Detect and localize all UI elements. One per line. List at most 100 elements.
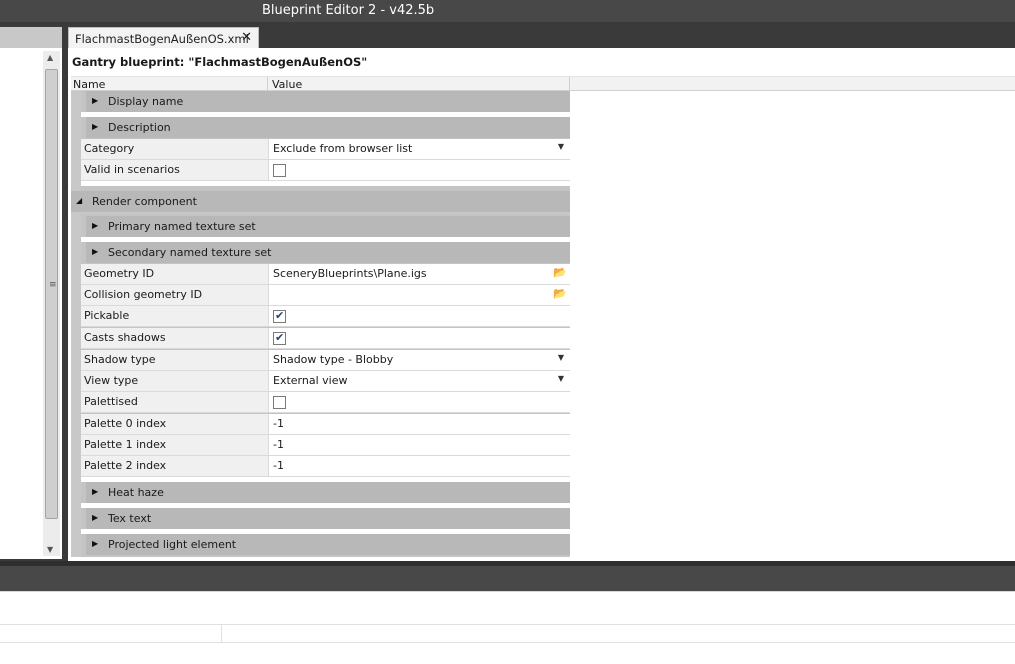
palette-1-input[interactable]: -1 (268, 435, 570, 455)
page-title: Gantry blueprint: "FlachmastBogenAußenOS… (72, 55, 368, 69)
row-palette-2: Palette 2 index -1 (81, 456, 570, 477)
property-grid: Name Value ▶ Display name ▶ Description … (71, 76, 1015, 557)
chevron-down-icon[interactable]: ▼ (558, 374, 564, 383)
expand-icon[interactable]: ▶ (92, 96, 98, 105)
row-pickable: Pickable (81, 306, 570, 327)
row-palette-1: Palette 1 index -1 (81, 435, 570, 456)
geometry-id-field[interactable]: SceneryBlueprints\Plane.igs 📂 (268, 264, 570, 284)
group-label: Secondary named texture set (108, 246, 272, 259)
row-value-cell (268, 306, 570, 326)
group-description[interactable]: ▶ Description (86, 117, 570, 138)
folder-open-icon[interactable]: 📂 (553, 287, 567, 300)
row-name: Valid in scenarios (81, 160, 268, 180)
bottom-panel-header (0, 566, 1015, 591)
row-name: Palette 2 index (81, 456, 268, 476)
collision-geometry-id-field[interactable]: 📂 (268, 285, 570, 305)
row-casts-shadows: Casts shadows (81, 328, 570, 349)
row-value: Shadow type - Blobby (273, 353, 394, 366)
document-pane: Gantry blueprint: "FlachmastBogenAußenOS… (68, 48, 1015, 561)
row-spacer (81, 181, 570, 186)
folder-open-icon[interactable]: 📂 (553, 266, 567, 279)
casts-shadows-checkbox[interactable] (273, 331, 286, 345)
group-label: Heat haze (108, 486, 164, 499)
row-collision-geometry-id: Collision geometry ID 📂 (81, 285, 570, 306)
row-valid-in-scenarios: Valid in scenarios (81, 160, 570, 181)
row-name: Casts shadows (81, 328, 268, 348)
expand-icon[interactable]: ▶ (92, 122, 98, 131)
chevron-down-icon[interactable]: ▼ (558, 353, 564, 362)
group-secondary-texture[interactable]: ▶ Secondary named texture set (86, 242, 570, 263)
row-name: Geometry ID (81, 264, 268, 284)
row-value: Exclude from browser list (273, 142, 413, 155)
group-label: Description (108, 121, 171, 134)
collapse-icon[interactable]: ◢ (76, 196, 82, 205)
column-header-value[interactable]: Value (272, 78, 302, 91)
palette-0-input[interactable]: -1 (268, 414, 570, 434)
row-name: Palette 0 index (81, 414, 268, 434)
row-name: Collision geometry ID (81, 285, 268, 305)
row-palette-0: Palette 0 index -1 (81, 414, 570, 435)
left-panel-scrollbar[interactable]: ▲ ≡ ▼ (43, 51, 60, 556)
row-palettised: Palettised (81, 392, 570, 413)
document-tabstrip: FlachmastBogenAußenOS.xml ✕ (65, 26, 1015, 48)
expand-icon[interactable]: ▶ (92, 247, 98, 256)
row-name: Shadow type (81, 350, 268, 370)
expand-icon[interactable]: ▶ (92, 487, 98, 496)
close-icon[interactable]: ✕ (241, 30, 252, 45)
palettised-checkbox[interactable] (273, 396, 286, 409)
row-value-cell (268, 160, 570, 180)
bottom-panel (0, 591, 1015, 664)
column-separator[interactable] (267, 77, 268, 92)
chevron-down-icon[interactable]: ▼ (558, 142, 564, 151)
group-label: Primary named texture set (108, 220, 256, 233)
group-render-component[interactable]: ◢ Render component (71, 191, 570, 212)
row-geometry-id: Geometry ID SceneryBlueprints\Plane.igs … (81, 264, 570, 285)
window-titlebar: Blueprint Editor 2 - v42.5b (0, 0, 1015, 22)
row-value-cell (268, 328, 570, 348)
category-select[interactable]: Exclude from browser list ▼ (268, 139, 570, 159)
group-primary-texture[interactable]: ▶ Primary named texture set (86, 216, 570, 237)
grid-body: ▶ Display name ▶ Description Category Ex… (71, 91, 570, 557)
group-heat-haze[interactable]: ▶ Heat haze (86, 482, 570, 503)
group-label: Projected light element (108, 538, 237, 551)
group-label: Tex text (108, 512, 152, 525)
expand-icon[interactable]: ▶ (92, 513, 98, 522)
left-panel-header (0, 27, 62, 48)
palette-2-input[interactable]: -1 (268, 456, 570, 476)
grip-icon: ≡ (49, 280, 57, 290)
group-label: Render component (92, 195, 197, 208)
shadow-type-select[interactable]: Shadow type - Blobby ▼ (268, 350, 570, 370)
row-category: Category Exclude from browser list ▼ (81, 139, 570, 160)
row-name: Palettised (81, 392, 268, 412)
tab-label: FlachmastBogenAußenOS.xml (75, 32, 249, 46)
expand-icon[interactable]: ▶ (92, 221, 98, 230)
row-value-cell (268, 392, 570, 412)
row-shadow-type: Shadow type Shadow type - Blobby ▼ (81, 350, 570, 371)
expand-icon[interactable]: ▶ (92, 539, 98, 548)
scroll-up-icon[interactable]: ▲ (47, 53, 53, 62)
valid-in-scenarios-checkbox[interactable] (273, 164, 286, 177)
row-value: External view (273, 374, 348, 387)
row-name: View type (81, 371, 268, 391)
group-tex-text[interactable]: ▶ Tex text (86, 508, 570, 529)
row-name: Category (81, 139, 268, 159)
row-name: Pickable (81, 306, 268, 326)
scroll-thumb[interactable]: ≡ (45, 69, 58, 519)
tab-flachmast[interactable]: FlachmastBogenAußenOS.xml ✕ (68, 27, 259, 48)
group-display-name[interactable]: ▶ Display name (86, 91, 570, 112)
view-type-select[interactable]: External view ▼ (268, 371, 570, 391)
divider (0, 624, 1015, 625)
group-label: Display name (108, 95, 184, 108)
row-value: SceneryBlueprints\Plane.igs (273, 267, 427, 280)
grid-header: Name Value (71, 76, 1015, 92)
pickable-checkbox[interactable] (273, 309, 286, 323)
column-separator (221, 624, 222, 642)
group-projected-light[interactable]: ▶ Projected light element (86, 534, 570, 555)
column-separator[interactable] (569, 77, 570, 92)
column-header-name[interactable]: Name (73, 78, 105, 91)
divider (0, 642, 1015, 643)
window-title: Blueprint Editor 2 - v42.5b (262, 3, 435, 18)
row-view-type: View type External view ▼ (81, 371, 570, 392)
row-name: Palette 1 index (81, 435, 268, 455)
scroll-down-icon[interactable]: ▼ (47, 545, 53, 554)
